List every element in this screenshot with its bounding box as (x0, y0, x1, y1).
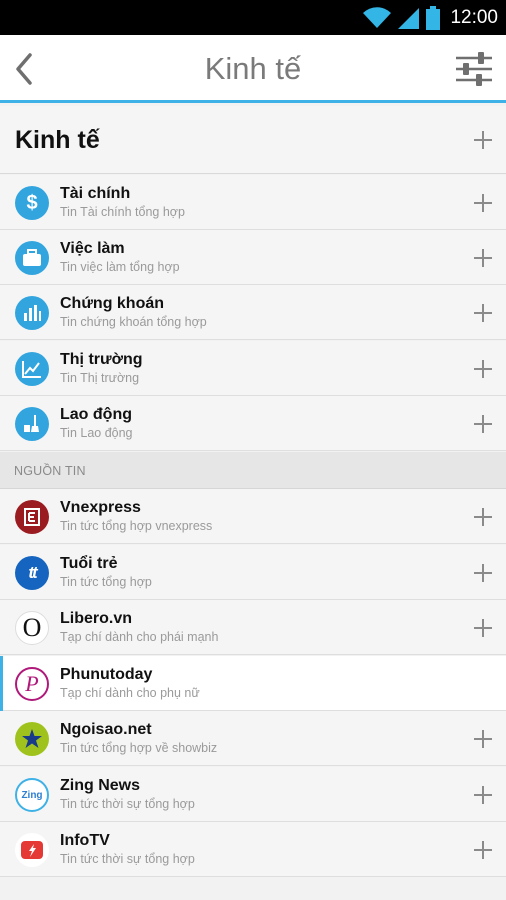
list-item-vnexpress[interactable]: Vnexpress Tin tức tổng hợp vnexpress (0, 489, 506, 544)
item-title: Thị trường (60, 351, 143, 368)
bar-chart-icon (15, 296, 49, 330)
item-title: Vnexpress (60, 499, 141, 516)
item-subtitle: Tin việc làm tổng hợp (60, 260, 180, 274)
list-item-lao-dong[interactable]: Lao động Tin Lao động (0, 396, 506, 451)
item-title: Việc làm (60, 240, 125, 257)
briefcase-icon (15, 241, 49, 275)
sources-section-label: NGUỒN TIN (0, 452, 506, 489)
add-button[interactable] (474, 194, 492, 212)
app-bar: Kinh tế (0, 35, 506, 103)
add-section-button[interactable] (474, 131, 492, 149)
add-button[interactable] (474, 619, 492, 637)
section-title: Kinh tế (15, 126, 100, 154)
item-title: Tuổi trẻ (60, 555, 118, 572)
battery-icon (426, 6, 441, 30)
signal-icon (398, 8, 420, 29)
item-title: Zing News (60, 777, 141, 794)
list-item-phunutoday[interactable]: P Phunutoday Tạp chí dành cho phụ nữ (0, 656, 506, 711)
status-icons: 12:00 (362, 5, 498, 31)
phunutoday-glyph: P (25, 671, 39, 696)
infotv-logo-icon (15, 833, 49, 867)
status-time: 12:00 (450, 7, 498, 28)
item-subtitle: Tin tức tổng hợp vnexpress (60, 519, 213, 533)
zing-glyph: Zing (21, 789, 43, 801)
item-subtitle: Tạp chí dành cho phụ nữ (60, 686, 200, 700)
list-item-viec-lam[interactable]: Việc làm Tin việc làm tổng hợp (0, 230, 506, 285)
dollar-icon: $ (15, 186, 49, 220)
broom-bucket-icon (15, 407, 49, 441)
item-title: Phunutoday (60, 666, 153, 683)
add-button[interactable] (474, 564, 492, 582)
add-button[interactable] (474, 508, 492, 526)
add-button[interactable] (474, 730, 492, 748)
libero-logo-icon: O (15, 611, 49, 645)
item-title: Chứng khoán (60, 295, 165, 312)
add-button[interactable] (474, 841, 492, 859)
item-subtitle: Tin Tài chính tổng hợp (60, 205, 185, 219)
add-button[interactable] (474, 249, 492, 267)
item-title: Lao động (60, 406, 132, 423)
item-title: Ngoisao.net (60, 721, 152, 738)
item-subtitle: Tin tức tổng hợp (60, 575, 152, 589)
add-button[interactable] (474, 786, 492, 804)
list-item-infotv[interactable]: InfoTV Tin tức thời sự tổng hợp (0, 822, 506, 877)
item-title: Tài chính (60, 185, 131, 202)
item-subtitle: Tạp chí dành cho phái mạnh (60, 630, 219, 644)
item-title: InfoTV (60, 832, 110, 849)
item-subtitle: Tin chứng khoán tổng hợp (60, 315, 207, 329)
item-title: Libero.vn (60, 610, 133, 627)
status-bar: 12:00 (0, 0, 506, 35)
add-button[interactable] (474, 360, 492, 378)
item-subtitle: Tin tức thời sự tổng hợp (60, 797, 195, 811)
line-chart-icon (15, 352, 49, 386)
list-item-tai-chinh[interactable]: $ Tài chính Tin Tài chính tổng hợp (0, 175, 506, 230)
phunutoday-logo-icon: P (15, 667, 49, 701)
section-header: Kinh tế (0, 106, 506, 174)
wifi-icon (363, 7, 392, 29)
item-subtitle: Tin tức tổng hợp về showbiz (60, 741, 218, 755)
add-button[interactable] (474, 304, 492, 322)
zing-logo-icon: Zing (15, 778, 49, 812)
list-item-ngoisao[interactable]: Ngoisao.net Tin tức tổng hợp về showbiz (0, 711, 506, 766)
ngoisao-logo-icon (15, 722, 49, 756)
list-item-chung-khoan[interactable]: Chứng khoán Tin chứng khoán tổng hợp (0, 285, 506, 340)
list-item-tuoi-tre[interactable]: tt Tuổi trẻ Tin tức tổng hợp (0, 545, 506, 600)
sources-label-text: NGUỒN TIN (14, 464, 86, 478)
item-subtitle: Tin tức thời sự tổng hợp (60, 852, 195, 866)
list-item-libero[interactable]: O Libero.vn Tạp chí dành cho phái mạnh (0, 600, 506, 655)
list-item-thi-truong[interactable]: Thị trường Tin Thị trường (0, 341, 506, 396)
filter-button[interactable] (454, 49, 494, 89)
add-button[interactable] (474, 415, 492, 433)
libero-glyph: O (22, 613, 42, 642)
list-item-zing-news[interactable]: Zing Zing News Tin tức thời sự tổng hợp (0, 767, 506, 822)
vnexpress-logo-icon (15, 500, 49, 534)
tuoitre-logo-icon: tt (15, 556, 49, 590)
page-title: Kinh tế (204, 51, 302, 86)
sliders-icon (456, 52, 492, 86)
item-subtitle: Tin Lao động (60, 426, 133, 440)
item-subtitle: Tin Thị trường (60, 371, 140, 385)
